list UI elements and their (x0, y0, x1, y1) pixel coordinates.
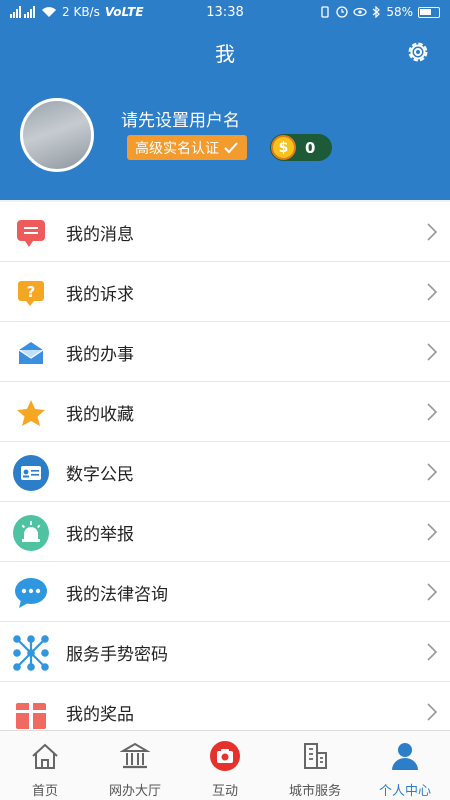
tab-label: 互动 (211, 784, 238, 799)
menu-item-legal-consult[interactable]: 我的法律咨询 (0, 562, 450, 622)
tab-city-services[interactable]: 城市服务 (270, 731, 360, 800)
menu-item-label: 我的诉求 (66, 285, 134, 305)
menu-item-label: 服务手势密码 (66, 645, 168, 665)
menu-item-gesture-password[interactable]: 服务手势密码 (0, 622, 450, 682)
volte-label: VoLTE (104, 5, 144, 19)
username[interactable]: 请先设置用户名 (121, 106, 240, 131)
menu-list: 我的消息 ? 我的诉求 我的办事 我的收藏 数字公民 我的举报 我的法律咨询 服… (0, 202, 450, 742)
bluetooth-icon (372, 6, 381, 18)
coin-balance[interactable]: $ 0 (270, 134, 332, 161)
tab-label: 个人中心 (378, 784, 431, 799)
menu-item-label: 我的法律咨询 (66, 585, 168, 605)
svg-text:?: ? (27, 283, 36, 301)
home-icon (32, 743, 58, 769)
vibrate-icon (321, 6, 329, 18)
chat-icon (12, 574, 50, 612)
chevron-right-icon (427, 283, 438, 301)
avatar[interactable] (20, 98, 94, 172)
building-icon (304, 743, 327, 769)
menu-item-label: 我的办事 (66, 345, 134, 365)
camera-icon (210, 741, 240, 771)
chevron-right-icon (427, 703, 438, 721)
chevron-right-icon (427, 643, 438, 661)
coin-icon: $ (271, 135, 296, 160)
alarm-icon (12, 514, 50, 552)
menu-item-reports[interactable]: 我的举报 (0, 502, 450, 562)
chevron-right-icon (427, 223, 438, 241)
person-icon (392, 743, 418, 770)
menu-item-digital-citizen[interactable]: 数字公民 (0, 442, 450, 502)
tab-home[interactable]: 首页 (0, 731, 90, 800)
chevron-right-icon (427, 583, 438, 601)
alarm-clock-icon (336, 6, 348, 18)
signal-icon (10, 6, 35, 18)
menu-item-favorites[interactable]: 我的收藏 (0, 382, 450, 442)
tab-label: 网办大厅 (108, 784, 161, 799)
checkmark-icon (224, 141, 238, 153)
real-name-verify-badge[interactable]: 高级实名认证 (127, 135, 247, 160)
chevron-right-icon (427, 403, 438, 421)
hall-icon (120, 742, 150, 769)
page-title: 我 (215, 42, 235, 66)
menu-item-appeals[interactable]: ? 我的诉求 (0, 262, 450, 322)
tab-label: 城市服务 (288, 784, 341, 799)
wifi-icon (42, 7, 56, 17)
profile-header: 2 KB/s VoLTE 13:38 58% 我 请先设置用户名 高级实名认证 … (0, 0, 450, 200)
menu-item-label: 我的举报 (66, 525, 134, 545)
tab-service-hall[interactable]: 网办大厅 (90, 731, 180, 800)
coin-count: 0 (305, 138, 316, 157)
gift-icon (12, 694, 50, 732)
menu-item-label: 数字公民 (66, 465, 134, 485)
bottom-tab-bar: 首页 网办大厅 互动 城市服务 个人中心 (0, 730, 450, 800)
tab-personal-center[interactable]: 个人中心 (360, 731, 450, 800)
menu-item-label: 我的消息 (66, 225, 134, 245)
clock: 13:38 (206, 4, 244, 20)
net-speed: 2 KB/s (62, 5, 100, 19)
question-icon: ? (12, 274, 50, 312)
gear-icon[interactable] (404, 38, 432, 66)
message-icon (12, 214, 50, 252)
gesture-icon (12, 634, 50, 672)
menu-item-label: 我的收藏 (66, 405, 134, 425)
chevron-right-icon (427, 463, 438, 481)
chevron-right-icon (427, 523, 438, 541)
chevron-right-icon (427, 343, 438, 361)
tab-label: 首页 (31, 784, 58, 799)
tab-interact[interactable]: 互动 (180, 731, 270, 800)
battery-icon (418, 6, 440, 18)
eye-icon (353, 7, 367, 17)
status-bar: 2 KB/s VoLTE 13:38 58% (0, 0, 450, 24)
star-icon (12, 394, 50, 432)
battery-percent: 58% (386, 5, 413, 19)
menu-item-affairs[interactable]: 我的办事 (0, 322, 450, 382)
menu-item-label: 我的奖品 (66, 705, 134, 725)
verify-badge-label: 高级实名认证 (135, 140, 219, 157)
id-card-icon (12, 454, 50, 492)
menu-item-messages[interactable]: 我的消息 (0, 202, 450, 262)
envelope-icon (12, 334, 50, 372)
